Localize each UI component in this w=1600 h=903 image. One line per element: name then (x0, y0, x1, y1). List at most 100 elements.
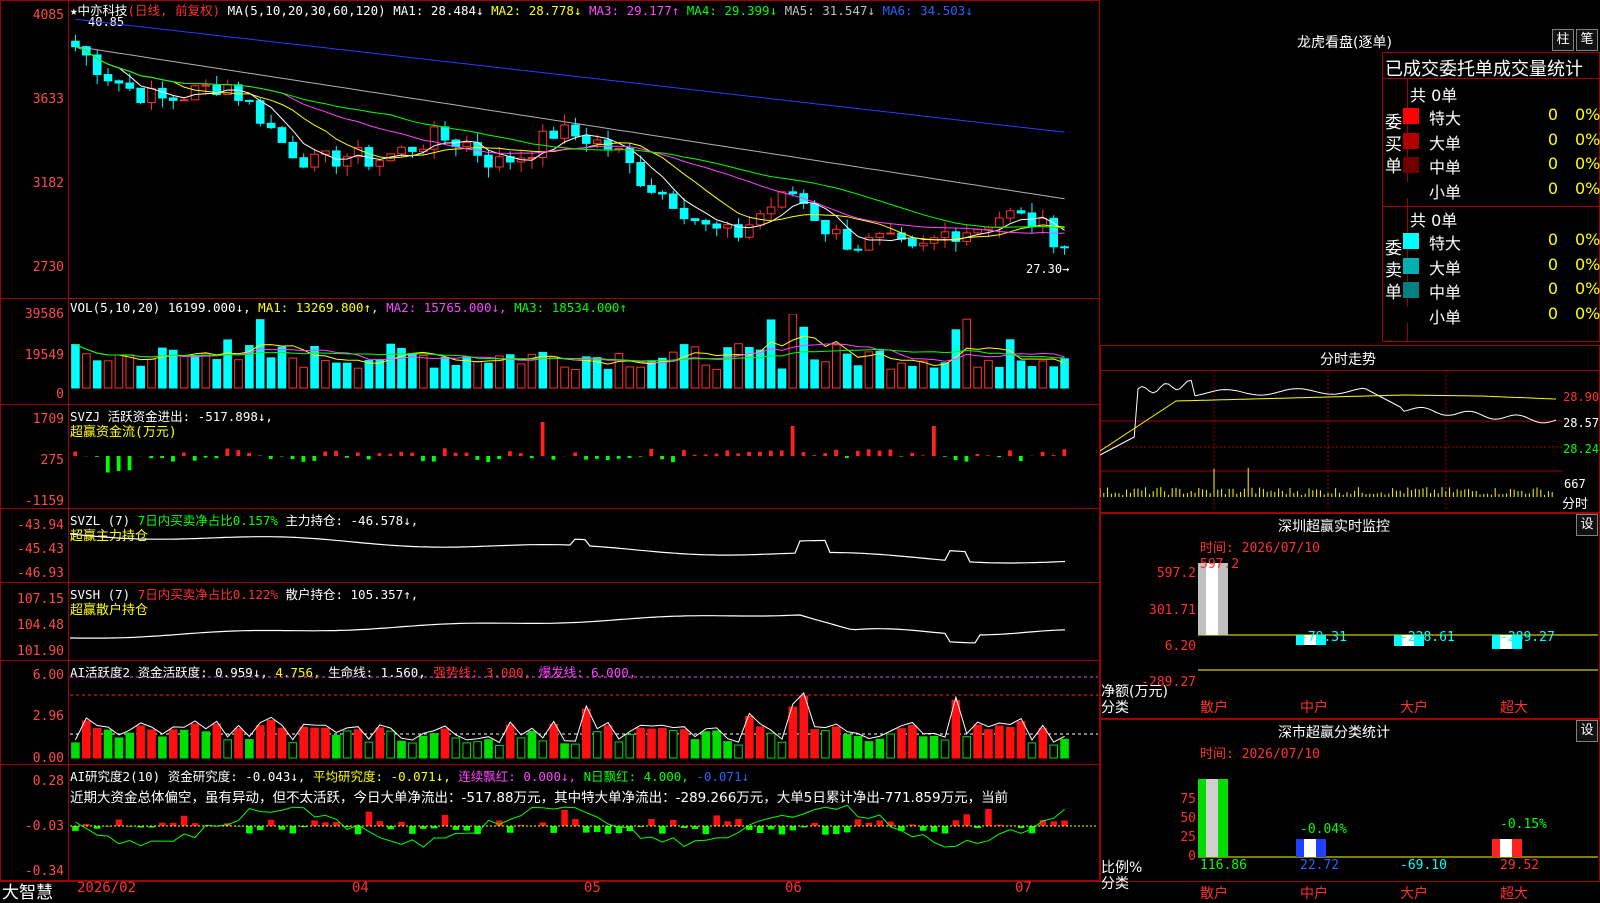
activity-bar (1006, 728, 1014, 758)
fund-flow-bar (671, 456, 675, 462)
fund-flow-bar (725, 450, 729, 456)
fund-flow-bar (367, 456, 371, 459)
volume-bar (583, 357, 591, 388)
volume-bar (83, 354, 91, 388)
fund-flow-bar (410, 453, 414, 456)
fund-flow-bar (465, 453, 469, 456)
volume-bar (213, 360, 221, 388)
svzl-ytick: -46.93 (2, 566, 64, 581)
volume-bar (387, 344, 395, 388)
intraday-chart[interactable] (1100, 371, 1562, 511)
candle-body (398, 147, 406, 154)
sz-class-settings-button[interactable]: 设 (1576, 720, 1598, 742)
sz-class-top-label: -0.15% (1500, 817, 1547, 832)
candle-body (887, 233, 895, 234)
sz-monitor-value: -79.31 (1300, 630, 1347, 645)
row-percent: 0% (1575, 255, 1600, 274)
candle-body (561, 125, 569, 138)
candlestick-chart[interactable] (70, 14, 1098, 298)
main-ytick: 3182 (2, 176, 64, 191)
sz-class-chart[interactable] (1198, 760, 1598, 864)
volume-bar (887, 369, 895, 388)
activity-bar (267, 720, 275, 758)
ai2-ytick: -0.03 (2, 819, 64, 834)
research-bar (931, 826, 938, 832)
activity-bar (115, 738, 123, 758)
fund-flow-bar (780, 450, 784, 456)
fund-flow-bar (606, 456, 610, 460)
fund-flow-bar (1008, 450, 1012, 456)
buy-order-row: 小单00% (1403, 178, 1600, 202)
volume-bar (137, 366, 145, 388)
research-bar (540, 822, 547, 826)
fund-flow-bar (932, 426, 936, 456)
activity-bar (311, 728, 319, 758)
sz-monitor-chart[interactable] (1198, 555, 1598, 700)
volume-bar (256, 320, 264, 388)
research-bar (605, 826, 612, 834)
research-bar (768, 826, 775, 829)
sz-class-value: 29.52 (1500, 858, 1539, 873)
activity-bar (561, 744, 569, 758)
research-bar (659, 826, 666, 834)
activity-bar (180, 730, 188, 758)
activity-bar (800, 696, 808, 758)
research-bar (822, 826, 829, 835)
row-label: 大单 (1429, 255, 1461, 279)
activity-bar (909, 726, 917, 758)
activity-bar (528, 731, 536, 758)
ma30-line (75, 47, 1064, 228)
sz-class-value: 116.86 (1200, 858, 1247, 873)
sell-order-row: 特大00% (1403, 229, 1600, 253)
volume-bar (648, 362, 656, 388)
fund-flow-chart[interactable] (70, 420, 1098, 506)
candle-body (126, 83, 134, 88)
main-ytick: 3633 (2, 92, 64, 107)
volume-bar (300, 367, 308, 388)
candle-body (235, 85, 243, 101)
main-force-position-chart[interactable] (70, 526, 1098, 580)
retail-position-chart[interactable] (70, 598, 1098, 658)
volume-bar (376, 361, 384, 388)
activity-bar (485, 740, 493, 758)
fund-flow-bar (258, 455, 262, 456)
volume-bar (202, 354, 210, 388)
research-bar (550, 826, 557, 833)
fund-flow-bar (323, 452, 327, 456)
fund-flow-bar (432, 456, 436, 462)
ratio-bar-highlight (1304, 839, 1316, 857)
tick-mode-button[interactable]: 笔 (1576, 29, 1598, 51)
sz-monitor-settings-button[interactable]: 设 (1576, 514, 1598, 536)
research-bar (920, 826, 927, 831)
activity-bar (604, 726, 612, 758)
row-percent: 0% (1575, 105, 1600, 124)
activity-bar (1050, 745, 1058, 758)
row-percent: 0% (1575, 179, 1600, 198)
research-bar (779, 826, 786, 834)
volume-bar (322, 361, 330, 388)
color-swatch (1403, 108, 1419, 124)
fund-flow-bar (704, 454, 708, 456)
fund-flow-bar (171, 456, 175, 462)
fund-flow-bar (193, 456, 197, 461)
research-chart[interactable] (70, 800, 1098, 880)
fund-flow-bar (899, 456, 903, 457)
activity-bar (496, 746, 504, 758)
row-percent: 0% (1575, 304, 1600, 323)
activity-chart[interactable] (70, 660, 1098, 764)
volume-bar (669, 352, 677, 388)
volume-chart[interactable] (70, 314, 1098, 404)
research-bar (877, 820, 884, 826)
fund-flow-bar (443, 448, 447, 456)
activity-bar (235, 729, 243, 758)
ratio-bar-highlight (1206, 779, 1218, 857)
research-bar (833, 826, 840, 834)
sz-class-label: 分类 (1101, 697, 1129, 717)
candle-body (180, 100, 188, 101)
bar-mode-button[interactable]: 柱 (1552, 29, 1574, 51)
intraday-title: 分时走势 (1320, 349, 1376, 369)
research-bar (181, 816, 188, 826)
ma6-line (75, 19, 1064, 132)
fund-flow-bar (638, 456, 642, 457)
candle-body (583, 136, 591, 143)
